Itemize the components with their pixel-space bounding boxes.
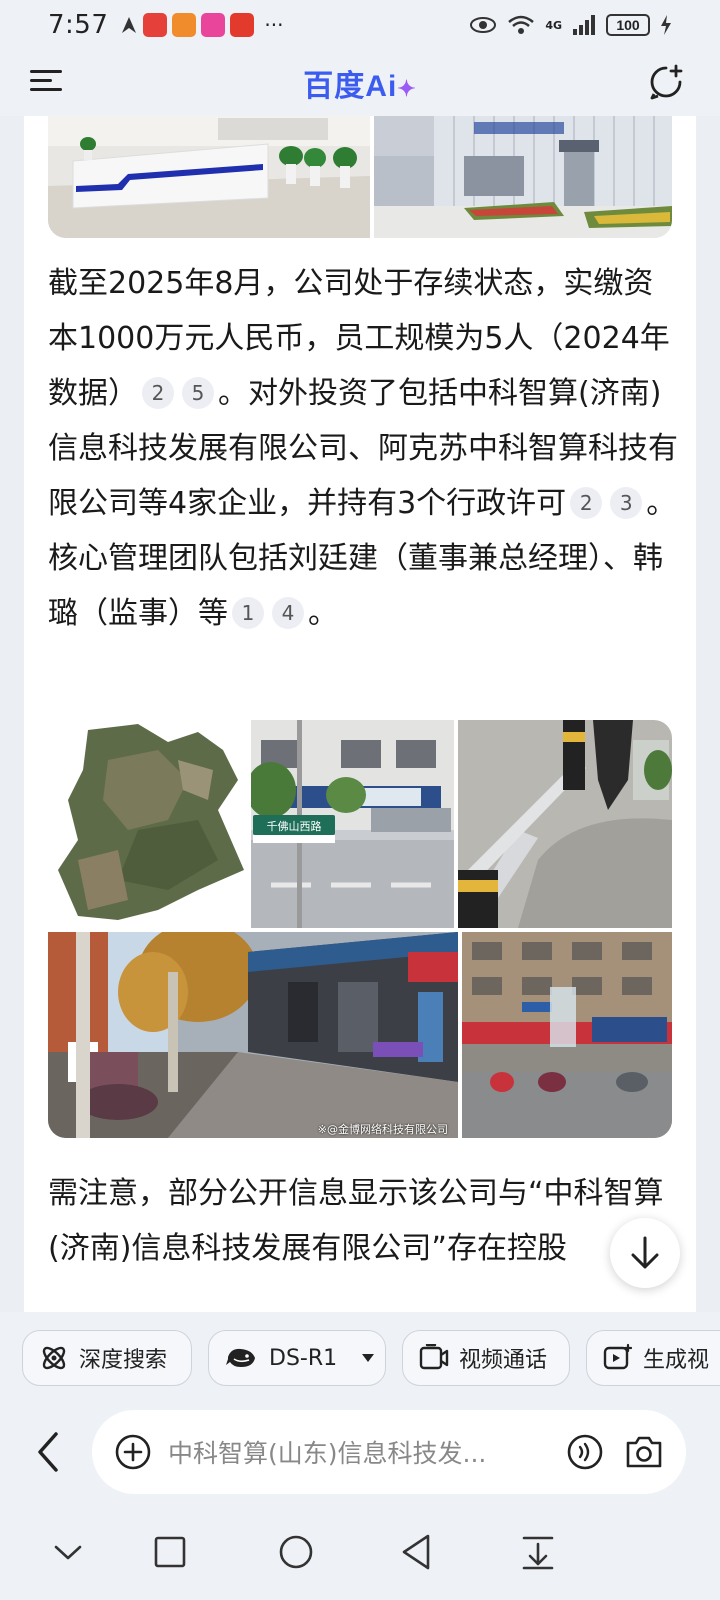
- logo-text: 百度Ai: [303, 70, 398, 103]
- tools-row: 深度搜索 DS-R1 视频通话 生成视: [0, 1312, 720, 1400]
- citation-badge[interactable]: 2: [570, 487, 603, 519]
- add-icon[interactable]: [114, 1433, 152, 1471]
- system-nav-bar: [0, 1508, 720, 1600]
- photo-office-lobby[interactable]: [48, 116, 370, 238]
- charging-icon: [661, 15, 671, 35]
- photo-street-sign[interactable]: 千佛山西路: [251, 720, 454, 928]
- location-icon: [122, 17, 137, 33]
- menu-line: [30, 70, 62, 73]
- status-bar: 7:57 ··· 4G 100: [0, 0, 720, 50]
- atom-icon: [42, 1346, 66, 1370]
- menu-line: [30, 88, 62, 91]
- image-watermark: ※@金博网络科技有限公司: [318, 1122, 448, 1136]
- generate-video-chip[interactable]: 生成视: [586, 1330, 720, 1386]
- chip-label: 生成视: [643, 1348, 710, 1373]
- deep-search-chip[interactable]: 深度搜索: [22, 1330, 192, 1386]
- menu-button[interactable]: [30, 64, 70, 102]
- scroll-down-button[interactable]: [610, 1218, 680, 1288]
- camera-icon[interactable]: [624, 1433, 664, 1471]
- generate-video-icon: [603, 1343, 633, 1370]
- input-row: 中科智算(山东)信息科技发...: [0, 1400, 720, 1508]
- photo-street-shops[interactable]: ※@金博网络科技有限公司: [48, 932, 458, 1138]
- answer-paragraph-2: 需注意，部分公开信息显示该公司与“中科智算(济南)信息科技发展有限公司”存在控股: [48, 1176, 664, 1266]
- new-chat-icon[interactable]: [648, 64, 684, 100]
- wifi-icon: [508, 15, 535, 34]
- sparkle-icon: ✦: [397, 76, 417, 101]
- app-logo: 百度Ai✦: [303, 61, 416, 105]
- video-call-icon: [419, 1344, 449, 1370]
- model-select-chip[interactable]: DS-R1: [208, 1330, 386, 1386]
- recent-apps-icon[interactable]: [148, 1530, 192, 1574]
- whale-icon: [226, 1348, 255, 1367]
- photo-bollard-sidewalk[interactable]: [458, 720, 672, 928]
- back-icon[interactable]: [30, 1428, 66, 1476]
- app-notification-icon: [230, 13, 255, 37]
- more-notifications: ···: [264, 13, 284, 37]
- menu-line: [30, 79, 52, 82]
- citation-badge[interactable]: 5: [182, 377, 214, 409]
- photo-satellite-map[interactable]: [48, 720, 247, 928]
- citation-badge[interactable]: 2: [142, 377, 174, 409]
- answer-paragraph-1: 截至2025年8月，公司处于存续状态，实缴资本1000万元人民币，员工规模为5人…: [48, 256, 678, 641]
- photo-building-exterior[interactable]: [374, 116, 672, 238]
- status-time: 7:57: [48, 10, 109, 40]
- app-notification-icon: [143, 13, 168, 37]
- citation-badge[interactable]: 4: [272, 597, 304, 629]
- battery-icon: 100: [606, 14, 650, 36]
- chat-answer: 截至2025年8月，公司处于存续状态，实缴资本1000万元人民币，员工规模为5人…: [24, 116, 696, 1312]
- notification-shade-icon[interactable]: [516, 1530, 560, 1574]
- image-gallery: 千佛山西路 ※@金博网络科技有限公司: [48, 720, 672, 1138]
- paragraph-text: 。: [308, 596, 338, 631]
- home-icon[interactable]: [274, 1530, 318, 1574]
- app-notification-icon: [172, 13, 197, 37]
- caret-down-icon: [362, 1354, 375, 1362]
- chip-label: 视频通话: [459, 1348, 548, 1373]
- citation-badge[interactable]: 1: [232, 597, 264, 629]
- arrow-down-icon: [631, 1236, 659, 1269]
- photo-intersection[interactable]: [462, 932, 672, 1138]
- video-call-chip[interactable]: 视频通话: [402, 1330, 570, 1386]
- chevron-down-icon[interactable]: [46, 1530, 90, 1574]
- query-text[interactable]: 中科智算(山东)信息科技发...: [168, 1434, 554, 1470]
- chip-label: 深度搜索: [79, 1348, 168, 1373]
- network-type: 4G: [545, 18, 562, 32]
- signal-icon: [573, 15, 595, 35]
- citation-badge[interactable]: 3: [610, 487, 643, 519]
- back-triangle-icon[interactable]: [396, 1530, 440, 1574]
- chip-label: DS-R1: [269, 1345, 338, 1371]
- app-header: 百度Ai✦: [0, 50, 720, 116]
- eye-icon: [470, 17, 497, 33]
- app-notification-icon: [201, 13, 226, 37]
- street-sign-text: 千佛山西路: [267, 820, 322, 833]
- query-input[interactable]: 中科智算(山东)信息科技发...: [92, 1410, 686, 1494]
- voice-icon[interactable]: [566, 1433, 604, 1471]
- gallery-row: ※@金博网络科技有限公司: [48, 932, 672, 1138]
- gallery-row: 千佛山西路: [48, 720, 672, 928]
- image-row-top: [48, 116, 672, 238]
